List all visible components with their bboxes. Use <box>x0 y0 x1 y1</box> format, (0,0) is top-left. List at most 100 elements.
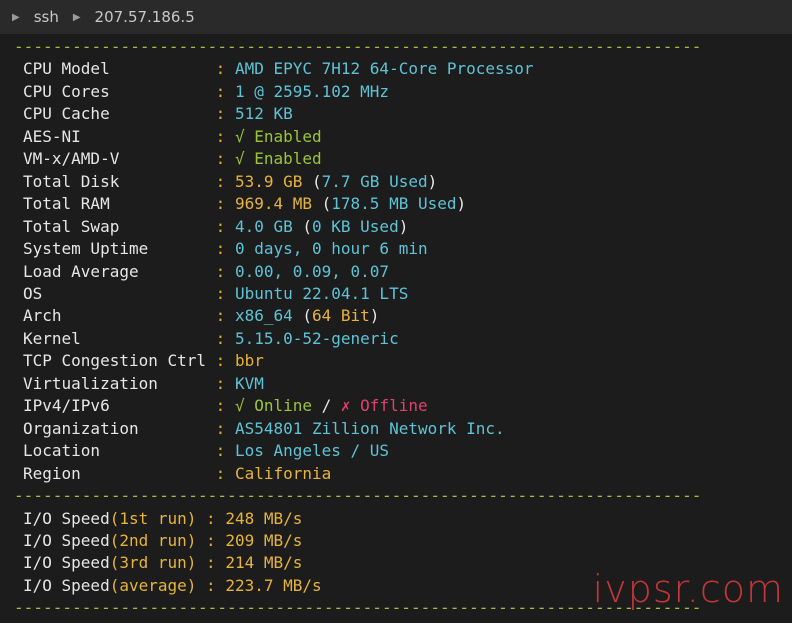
info-row: CPU Model : AMD EPYC 7H12 64-Core Proces… <box>14 58 792 80</box>
info-row: Kernel : 5.15.0-52-generic <box>14 328 792 350</box>
colon: : <box>206 194 235 214</box>
breadcrumb-ssh[interactable]: ▶ ssh <box>0 8 59 26</box>
info-value: 969.4 MB <box>234 194 312 214</box>
info-row: Load Average : 0.00, 0.09, 0.07 <box>14 261 792 283</box>
colon: : <box>206 149 235 169</box>
info-label: System Uptime <box>23 239 207 259</box>
io-run-label: (3rd run) <box>109 553 197 573</box>
io-label: I/O Speed <box>23 508 110 528</box>
io-run-label: (2nd run) <box>109 530 197 550</box>
info-label: Location <box>23 441 207 461</box>
colon: : <box>196 553 226 573</box>
info-row: TCP Congestion Ctrl : bbr <box>14 350 792 372</box>
info-row: Location : Los Angeles / US <box>14 440 792 462</box>
colon: : <box>206 104 235 124</box>
info-value: ( <box>292 306 312 326</box>
breadcrumb-host[interactable]: ▶ 207.57.186.5 <box>59 8 195 26</box>
info-row: IPv4/IPv6 : √ Online / ✗ Offline <box>14 395 792 417</box>
info-label: IPv4/IPv6 <box>23 396 207 416</box>
info-value: ( <box>302 171 322 191</box>
info-row: Organization : AS54801 Zillion Network I… <box>14 418 792 440</box>
info-row: Arch : x86_64 (64 Bit) <box>14 305 792 327</box>
terminal-output[interactable]: ----------------------------------------… <box>14 36 792 623</box>
watermark-logo: ivpsr.com <box>592 567 784 611</box>
colon: : <box>206 463 235 483</box>
colon: : <box>206 418 235 438</box>
info-value: 512 KB <box>234 104 293 124</box>
colon: : <box>206 306 235 326</box>
info-row: Total RAM : 969.4 MB (178.5 MB Used) <box>14 193 792 215</box>
separator-line: ----------------------------------------… <box>14 37 702 56</box>
info-value: California <box>234 463 332 483</box>
io-label: I/O Speed <box>23 575 110 595</box>
colon: : <box>206 283 235 303</box>
separator-line: ----------------------------------------… <box>14 486 702 506</box>
info-label: CPU Cache <box>23 104 207 124</box>
info-row: AES-NI : √ Enabled <box>14 126 792 148</box>
info-value: ✗ Offline <box>340 396 428 416</box>
colon: : <box>206 81 235 101</box>
info-value: AMD EPYC 7H12 64-Core Processor <box>234 59 534 79</box>
info-row: Total Swap : 4.0 GB (0 KB Used) <box>14 216 792 238</box>
colon: : <box>196 575 226 595</box>
colon: : <box>206 396 235 416</box>
info-value: 5.15.0-52-generic <box>234 328 399 348</box>
colon: : <box>196 530 226 550</box>
info-value: x86_64 <box>234 306 293 326</box>
triangle-right-icon: ▶ <box>72 11 81 23</box>
info-value: √ Enabled <box>234 149 322 169</box>
info-value: Ubuntu 22.04.1 LTS <box>234 283 409 303</box>
info-value: AS54801 Zillion Network Inc. <box>234 418 505 438</box>
io-value: 248 MB/s <box>225 508 303 528</box>
info-value: 0 KB Used <box>312 216 399 236</box>
io-run-label: (1st run) <box>109 508 197 528</box>
info-label: TCP Congestion Ctrl <box>23 351 207 371</box>
info-value: KVM <box>234 373 264 393</box>
info-label: VM-x/AMD-V <box>23 149 207 169</box>
info-label: Total Swap <box>23 216 207 236</box>
info-label: Arch <box>23 306 207 326</box>
io-row: I/O Speed(1st run) : 248 MB/s <box>14 508 792 530</box>
info-label: AES-NI <box>23 126 207 146</box>
info-value: bbr <box>234 351 264 371</box>
info-label: Virtualization <box>23 373 207 393</box>
info-row: VM-x/AMD-V : √ Enabled <box>14 148 792 170</box>
colon: : <box>206 126 235 146</box>
info-row: CPU Cores : 1 @ 2595.102 MHz <box>14 81 792 103</box>
info-label: Load Average <box>23 261 207 281</box>
colon: : <box>206 216 235 236</box>
io-label: I/O Speed <box>23 530 110 550</box>
io-run-label: (average) <box>109 575 197 595</box>
info-row: CPU Cache : 512 KB <box>14 103 792 125</box>
info-row: Total Disk : 53.9 GB (7.7 GB Used) <box>14 171 792 193</box>
info-label: Kernel <box>23 328 207 348</box>
info-value: / <box>312 396 341 416</box>
colon: : <box>206 441 235 461</box>
io-label: I/O Speed <box>23 553 110 573</box>
info-value: 64 Bit <box>312 306 370 326</box>
info-value: 1 @ 2595.102 MHz <box>234 81 390 101</box>
info-value: 0.00, 0.09, 0.07 <box>234 261 390 281</box>
io-row: I/O Speed(2nd run) : 209 MB/s <box>14 530 792 552</box>
triangle-right-icon: ▶ <box>12 11 20 23</box>
breadcrumb-label: 207.57.186.5 <box>94 8 195 26</box>
info-value: 53.9 GB <box>234 171 303 191</box>
colon: : <box>206 328 235 348</box>
info-value: ) <box>456 194 467 214</box>
colon: : <box>206 261 235 281</box>
info-label: Organization <box>23 418 207 438</box>
info-row: OS : Ubuntu 22.04.1 LTS <box>14 283 792 305</box>
info-value: ( <box>312 194 332 214</box>
info-value: 178.5 MB Used <box>331 194 457 214</box>
info-value: √ Enabled <box>234 126 322 146</box>
info-label: CPU Cores <box>23 81 207 101</box>
io-value: 223.7 MB/s <box>225 575 322 595</box>
info-value: ) <box>369 306 380 326</box>
info-value: 0 days, 0 hour 6 min <box>234 239 428 259</box>
io-value: 214 MB/s <box>225 553 303 573</box>
info-value: ) <box>398 216 409 236</box>
colon: : <box>196 508 226 528</box>
info-row: System Uptime : 0 days, 0 hour 6 min <box>14 238 792 260</box>
info-label: Total Disk <box>23 171 207 191</box>
info-value: 7.7 GB Used <box>321 171 428 191</box>
